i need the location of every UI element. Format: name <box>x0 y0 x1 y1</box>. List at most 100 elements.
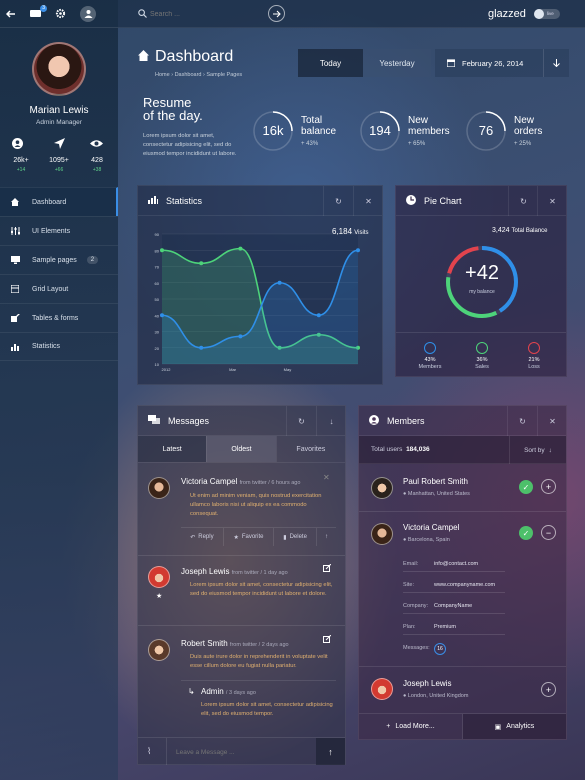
favorite-button[interactable]: ★ Favorite <box>224 528 275 546</box>
analytics-button[interactable]: ▣ Analytics <box>463 714 566 739</box>
message-header: Joseph Lewis from twitter / 1 day ago <box>181 567 288 576</box>
search-input[interactable] <box>150 7 260 21</box>
reply-button[interactable]: ↶ Reply <box>181 528 224 546</box>
edit-icon[interactable] <box>323 634 332 645</box>
tab-yesterday[interactable]: Yesterday <box>363 49 431 77</box>
data-point[interactable] <box>238 246 243 251</box>
delete-button[interactable]: ▮ Delete <box>274 528 317 546</box>
arrow-up-icon[interactable]: ↑ <box>317 528 336 546</box>
avatar[interactable] <box>371 678 393 700</box>
close-icon[interactable]: ✕ <box>353 186 383 216</box>
data-point[interactable] <box>316 313 321 318</box>
member-name[interactable]: Paul Robert Smith <box>403 477 468 486</box>
star-icon: ★ <box>233 534 239 541</box>
avatar[interactable] <box>371 477 393 499</box>
check-icon[interactable]: ✓ <box>519 480 533 494</box>
member-name[interactable]: Victoria Campel <box>403 523 459 532</box>
legend-percent: 36% <box>476 357 488 363</box>
close-icon[interactable]: ✕ <box>537 406 567 436</box>
data-point[interactable] <box>160 248 164 253</box>
data-point[interactable] <box>199 261 204 266</box>
collapse-button[interactable]: − <box>541 525 556 540</box>
data-point[interactable] <box>356 248 360 253</box>
member-name[interactable]: Joseph Lewis <box>403 679 451 688</box>
legend-label: Loss <box>528 364 540 370</box>
user-icon[interactable] <box>80 5 96 22</box>
close-icon[interactable]: ✕ <box>537 186 567 216</box>
avatar[interactable] <box>371 523 393 545</box>
send-button[interactable]: ↑ <box>316 738 345 765</box>
arrow-down-icon[interactable] <box>543 49 569 77</box>
expand-button[interactable]: + <box>541 479 556 494</box>
sort-button[interactable]: Sort by ↓ <box>509 436 566 464</box>
panel-title: Members <box>387 415 425 426</box>
detail-value[interactable]: info@contact.com <box>434 561 478 567</box>
breadcrumb-home[interactable]: Home <box>155 72 170 78</box>
sidebar-item-dashboard[interactable]: Dashboard <box>0 187 118 216</box>
sidebar-item-badge: 2 <box>86 256 99 264</box>
tab-oldest[interactable]: Oldest <box>206 436 276 462</box>
back-arrow-icon[interactable] <box>6 9 16 19</box>
messages-count-badge[interactable]: 16 <box>434 643 446 655</box>
message-author[interactable]: Robert Smith <box>181 639 228 648</box>
favorite-label: Favorite <box>241 534 264 540</box>
avatar[interactable] <box>32 42 86 96</box>
refresh-icon[interactable]: ↻ <box>323 186 353 216</box>
pin-icon[interactable]: ✕ <box>323 473 330 482</box>
bar-chart-icon <box>10 343 20 351</box>
load-more-button[interactable]: + Load More... <box>359 714 463 739</box>
user-name: Marian Lewis <box>29 105 89 116</box>
edit-icon[interactable] <box>323 563 332 574</box>
tab-favorites[interactable]: Favorites <box>275 436 345 462</box>
sidebar-item-tables-forms[interactable]: Tables & forms <box>0 303 118 332</box>
date-value: February 26, 2014 <box>462 59 524 68</box>
star-icon[interactable]: ★ <box>156 592 162 600</box>
sidebar-item-ui-elements[interactable]: UI Elements <box>0 216 118 245</box>
message-author[interactable]: Victoria Campel <box>181 477 237 486</box>
sidebar-item-statistics[interactable]: Statistics <box>0 332 118 361</box>
gear-icon[interactable] <box>55 8 66 19</box>
data-point[interactable] <box>238 334 243 339</box>
avatar[interactable] <box>148 477 170 499</box>
avatar[interactable] <box>148 566 170 588</box>
date-picker[interactable]: February 26, 2014 <box>435 49 569 77</box>
detail-value[interactable]: www.companyname.com <box>434 582 495 588</box>
resume-title-line: of the day. <box>143 108 203 123</box>
paperclip-icon[interactable]: ⌇ <box>147 746 151 757</box>
tab-latest[interactable]: Latest <box>138 436 207 462</box>
refresh-icon[interactable]: ↻ <box>507 406 537 436</box>
legend-ring <box>528 342 540 354</box>
message-author[interactable]: Joseph Lewis <box>181 567 229 576</box>
reply-author[interactable]: Admin <box>201 687 224 696</box>
data-point[interactable] <box>199 345 204 350</box>
detail-value[interactable]: Premium <box>434 624 456 630</box>
refresh-icon[interactable]: ↻ <box>508 186 538 216</box>
stat-delta: +38 <box>92 167 102 173</box>
expand-button[interactable]: + <box>541 682 556 697</box>
detail-value[interactable]: CompanyName <box>434 603 472 609</box>
x-tick-label: Mar <box>229 367 237 372</box>
breadcrumb-sample-pages[interactable]: Sample Pages <box>206 72 242 78</box>
live-toggle[interactable]: live <box>534 9 560 19</box>
sidebar-item-label: UI Elements <box>32 227 71 235</box>
sidebar-item-label: Sample pages <box>32 256 77 264</box>
avatar[interactable] <box>148 639 170 661</box>
message-text: Ut enim ad minim veniam, quis nostrud ex… <box>190 493 322 517</box>
refresh-icon[interactable]: ↻ <box>286 406 316 436</box>
tab-today[interactable]: Today <box>298 49 363 77</box>
kpi-label-1: Total <box>301 115 323 126</box>
messages-icon[interactable]: 3 <box>30 5 47 18</box>
data-point[interactable] <box>160 313 164 318</box>
message-input[interactable] <box>176 745 306 759</box>
sidebar-item-grid-layout[interactable]: Grid Layout <box>0 274 118 303</box>
check-icon[interactable]: ✓ <box>519 526 533 540</box>
data-point[interactable] <box>277 280 282 285</box>
panel-title: Statistics <box>166 195 203 206</box>
search-submit-button[interactable] <box>268 5 285 22</box>
reply-icon: ↶ <box>190 534 196 541</box>
breadcrumb-dashboard[interactable]: Dashboard <box>175 72 202 78</box>
stat-delta: +66 <box>54 167 64 173</box>
sidebar-item-sample-pages[interactable]: Sample pages 2 <box>0 245 118 274</box>
arrow-down-icon[interactable]: ↓ <box>316 406 346 436</box>
divider <box>138 737 345 738</box>
